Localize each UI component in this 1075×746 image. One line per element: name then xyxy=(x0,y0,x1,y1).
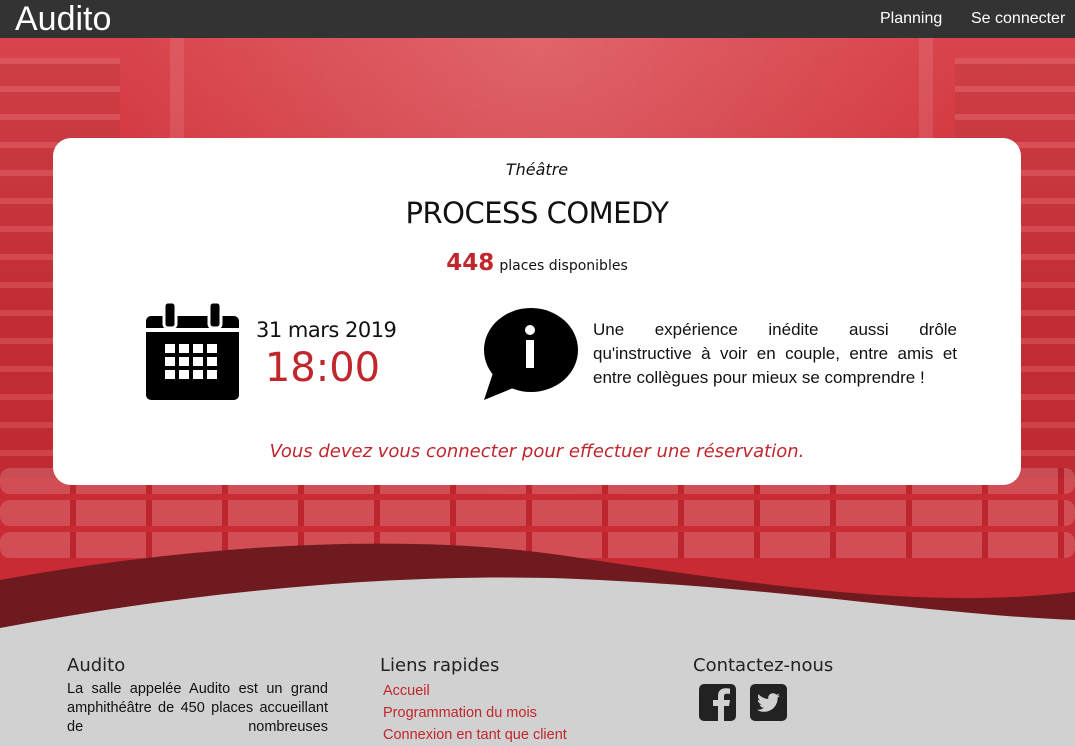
footer-link-programming[interactable]: Programmation du mois xyxy=(383,702,567,724)
footer-quick-links: Liens rapides Accueil Programmation du m… xyxy=(380,655,567,746)
footer-contact: Contactez-nous xyxy=(693,655,833,726)
brand-logo[interactable]: Audito xyxy=(15,0,111,38)
places-count: 448 xyxy=(446,250,495,276)
facebook-icon[interactable] xyxy=(699,684,736,721)
footer-link-home[interactable]: Accueil xyxy=(383,680,567,702)
wave-separator xyxy=(0,543,1075,640)
seat-row xyxy=(0,500,1075,526)
footer-link-client-login[interactable]: Connexion en tant que client xyxy=(383,724,567,746)
footer-links-heading: Liens rapides xyxy=(380,655,500,676)
event-title: PROCESS COMEDY xyxy=(405,196,669,230)
event-category: Théâtre xyxy=(505,160,569,179)
nav-link-login[interactable]: Se connecter xyxy=(971,0,1065,38)
event-description: Une expérience inédite aussi drôle qu'in… xyxy=(593,320,957,387)
places-label: places disponibles xyxy=(499,258,628,274)
footer-about-text: La salle appelée Audito est un grand amp… xyxy=(67,681,328,735)
twitter-icon[interactable] xyxy=(750,684,788,721)
footer-about: Audito La salle appelée Audito est un gr… xyxy=(67,655,328,737)
event-date: 31 mars 2019 xyxy=(256,318,397,342)
login-required-message: Vous devez vous connecter pour effectuer… xyxy=(269,441,805,462)
event-time: 18:00 xyxy=(264,345,381,391)
footer-contact-heading: Contactez-nous xyxy=(693,655,834,676)
available-places: 448 places disponibles xyxy=(53,250,1021,276)
calendar-icon xyxy=(146,302,239,400)
info-speech-bubble-icon xyxy=(484,308,578,400)
nav-link-planning[interactable]: Planning xyxy=(880,0,942,38)
footer-about-heading: Audito xyxy=(67,655,126,676)
event-card: Théâtre PROCESS COMEDY 448 places dispon… xyxy=(53,138,1021,485)
top-navbar: Audito Planning Se connecter xyxy=(0,0,1075,38)
